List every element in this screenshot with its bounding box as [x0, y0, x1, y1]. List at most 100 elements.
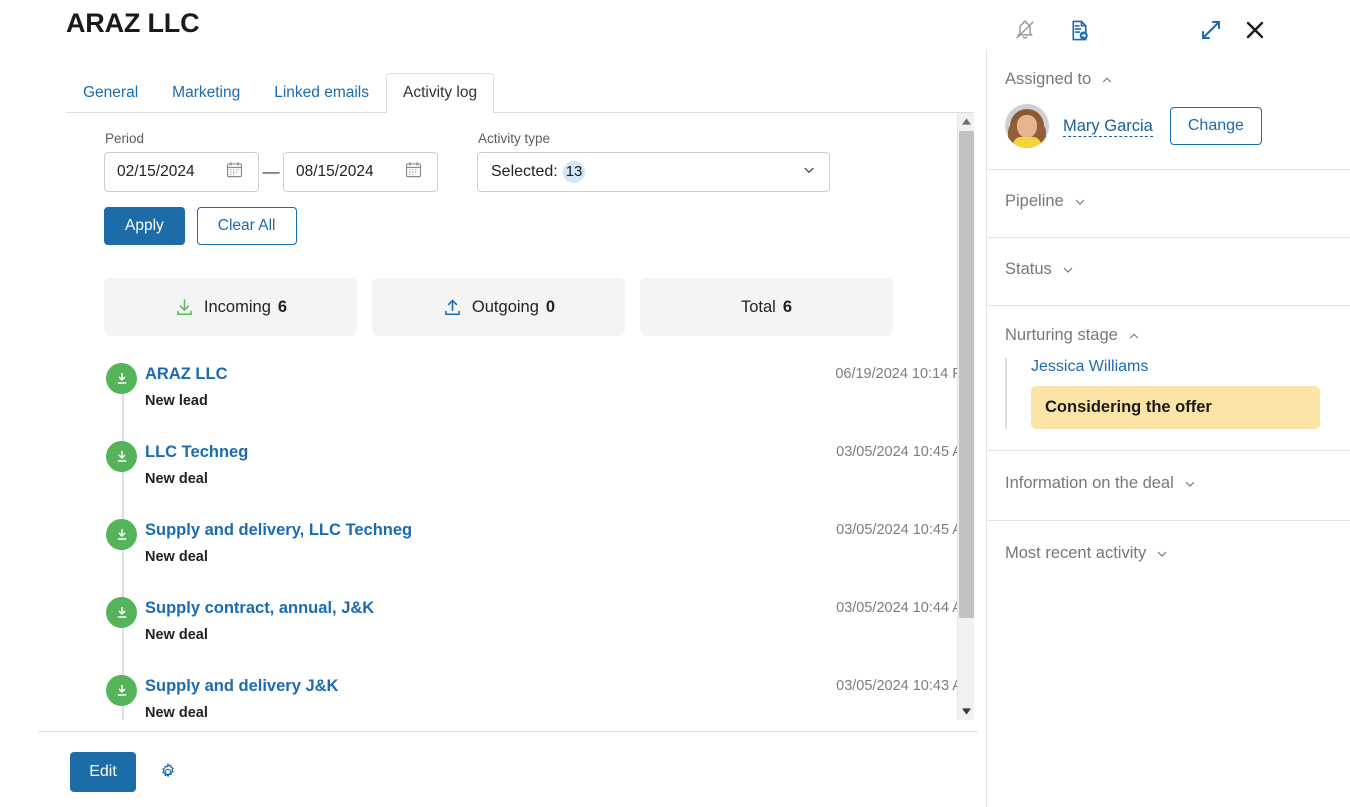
activity-subtitle: New deal	[145, 705, 208, 720]
activity-time: 06/19/2024 10:14 PM	[835, 366, 974, 382]
chevron-down-icon[interactable]	[1155, 547, 1169, 561]
incoming-badge-icon	[106, 597, 137, 628]
activity-title[interactable]: Supply and delivery, LLC Techneg	[145, 519, 741, 541]
activity-type-label: Activity type	[478, 131, 551, 146]
sidebar-section-deal-info: Information on the deal	[987, 451, 1350, 521]
activity-title[interactable]: LLC Techneg	[145, 441, 741, 463]
incoming-badge-icon	[106, 519, 137, 550]
activity-item[interactable]: Supply and delivery, LLC Techneg 03/05/2…	[104, 519, 974, 597]
chevron-down-icon[interactable]	[1073, 195, 1087, 209]
status-header[interactable]: Status	[1005, 260, 1320, 279]
chevron-down-icon[interactable]	[1183, 477, 1197, 491]
tab-bar: General Marketing Linked emails Activity…	[66, 73, 974, 113]
activity-log-modal: ARAZ LLC General Marketing Linked emails…	[0, 0, 1350, 807]
filter-actions: Apply Clear All	[104, 207, 974, 245]
nurturing-person[interactable]: Jessica Williams	[1031, 358, 1320, 376]
activity-log-panel: Period 02/15/2024 — 08/15/2024 Activity …	[38, 113, 974, 720]
avatar[interactable]	[1005, 104, 1049, 148]
chevron-down-icon[interactable]	[1061, 263, 1075, 277]
activity-title[interactable]: Supply and delivery J&K	[145, 675, 741, 697]
stats-row: Incoming 6 Outgoing 0 Total 6	[104, 278, 974, 336]
calendar-icon[interactable]	[404, 160, 423, 184]
period-label: Period	[105, 131, 145, 146]
scroll-down-arrow-icon[interactable]	[958, 703, 974, 720]
date-range-dash: —	[262, 162, 280, 181]
date-from-field[interactable]	[104, 152, 259, 192]
stat-outgoing[interactable]: Outgoing 0	[372, 278, 625, 336]
gear-icon[interactable]	[158, 762, 178, 782]
nurturing-stage-label: Nurturing stage	[1005, 326, 1118, 344]
calendar-icon[interactable]	[225, 160, 244, 184]
sidebar-section-status: Status	[987, 238, 1350, 306]
stat-incoming[interactable]: Incoming 6	[104, 278, 357, 336]
bell-off-icon[interactable]	[1008, 13, 1042, 47]
scroll-up-arrow-icon[interactable]	[958, 113, 974, 130]
pipeline-label: Pipeline	[1005, 192, 1064, 210]
apply-button[interactable]: Apply	[104, 207, 185, 245]
sidebar-section-nurturing-stage: Nurturing stage Jessica Williams Conside…	[987, 306, 1350, 451]
stat-incoming-value: 6	[277, 297, 288, 316]
activity-subtitle: New deal	[145, 471, 208, 487]
activity-type-select[interactable]: Selected: 13	[477, 152, 830, 192]
assignee-name[interactable]: Mary Garcia	[1063, 116, 1153, 137]
tab-activity-log[interactable]: Activity log	[386, 73, 495, 113]
activity-item[interactable]: Supply contract, annual, J&K 03/05/2024 …	[104, 597, 974, 675]
recent-activity-label: Most recent activity	[1005, 544, 1147, 562]
nurturing-stage-header[interactable]: Nurturing stage	[1005, 326, 1320, 345]
activity-item[interactable]: Supply and delivery J&K 03/05/2024 10:43…	[104, 675, 974, 720]
change-assignee-button[interactable]: Change	[1169, 107, 1262, 145]
activity-item[interactable]: ARAZ LLC 06/19/2024 10:14 PM New lead	[104, 363, 974, 441]
clear-all-button[interactable]: Clear All	[196, 207, 297, 245]
activity-time: 03/05/2024 10:44 AM	[836, 600, 974, 616]
chevron-up-icon[interactable]	[1127, 329, 1141, 343]
nurturing-stage-body: Jessica Williams Considering the offer	[1005, 358, 1320, 429]
scrollbar-thumb[interactable]	[959, 131, 974, 618]
download-tray-icon	[174, 297, 195, 318]
tab-linked-emails[interactable]: Linked emails	[257, 73, 386, 112]
sidebar-section-recent-activity: Most recent activity	[987, 521, 1350, 584]
stat-total[interactable]: Total 6	[640, 278, 893, 336]
activity-title[interactable]: ARAZ LLC	[145, 363, 741, 385]
filter-bar: Period 02/15/2024 — 08/15/2024 Activity …	[104, 130, 974, 192]
activity-timeline: ARAZ LLC 06/19/2024 10:14 PM New lead LL…	[104, 363, 974, 720]
vertical-scrollbar[interactable]	[957, 113, 974, 720]
stat-incoming-label: Incoming	[203, 297, 271, 316]
deal-info-header[interactable]: Information on the deal	[1005, 474, 1320, 493]
detail-sidebar: Assigned to Mary Garcia Change Pipeline	[986, 50, 1350, 807]
incoming-badge-icon	[106, 363, 137, 394]
period-filter: Period 02/15/2024 — 08/15/2024	[104, 130, 438, 192]
document-export-icon[interactable]	[1062, 13, 1096, 47]
assignee-row: Mary Garcia Change	[1005, 104, 1320, 148]
activity-type-count-badge: 13	[562, 161, 586, 183]
assigned-to-header[interactable]: Assigned to	[1005, 70, 1320, 89]
assigned-to-label: Assigned to	[1005, 70, 1092, 88]
activity-subtitle: New deal	[145, 627, 208, 643]
activity-time: 03/05/2024 10:45 AM	[836, 444, 974, 460]
footer-actions: Edit	[70, 752, 178, 792]
chevron-up-icon[interactable]	[1100, 73, 1114, 87]
activity-subtitle: New deal	[145, 549, 208, 565]
stat-total-value: 6	[782, 297, 793, 316]
activity-title[interactable]: Supply contract, annual, J&K	[145, 597, 741, 619]
activity-type-value: Selected:	[491, 163, 558, 180]
date-from-input[interactable]	[117, 163, 225, 181]
upload-tray-icon	[442, 297, 463, 318]
activity-subtitle: New lead	[145, 393, 208, 409]
tab-marketing[interactable]: Marketing	[155, 73, 257, 112]
activity-item[interactable]: LLC Techneg 03/05/2024 10:45 AM New deal	[104, 441, 974, 519]
pipeline-header[interactable]: Pipeline	[1005, 192, 1320, 211]
sidebar-section-assigned-to: Assigned to Mary Garcia Change	[987, 50, 1350, 170]
activity-time: 03/05/2024 10:45 AM	[836, 522, 974, 538]
close-icon[interactable]	[1238, 13, 1272, 47]
recent-activity-header[interactable]: Most recent activity	[1005, 544, 1320, 563]
chevron-down-icon[interactable]	[801, 162, 817, 183]
window-controls	[990, 10, 1350, 50]
date-to-field[interactable]	[283, 152, 438, 192]
tab-general[interactable]: General	[66, 73, 155, 112]
date-to-input[interactable]	[296, 163, 404, 181]
edit-button[interactable]: Edit	[70, 752, 136, 792]
page-title: ARAZ LLC	[66, 8, 200, 38]
expand-icon[interactable]	[1194, 13, 1228, 47]
activity-type-filter: Activity type Selected: 13	[477, 130, 830, 192]
sidebar-section-pipeline: Pipeline	[987, 170, 1350, 238]
